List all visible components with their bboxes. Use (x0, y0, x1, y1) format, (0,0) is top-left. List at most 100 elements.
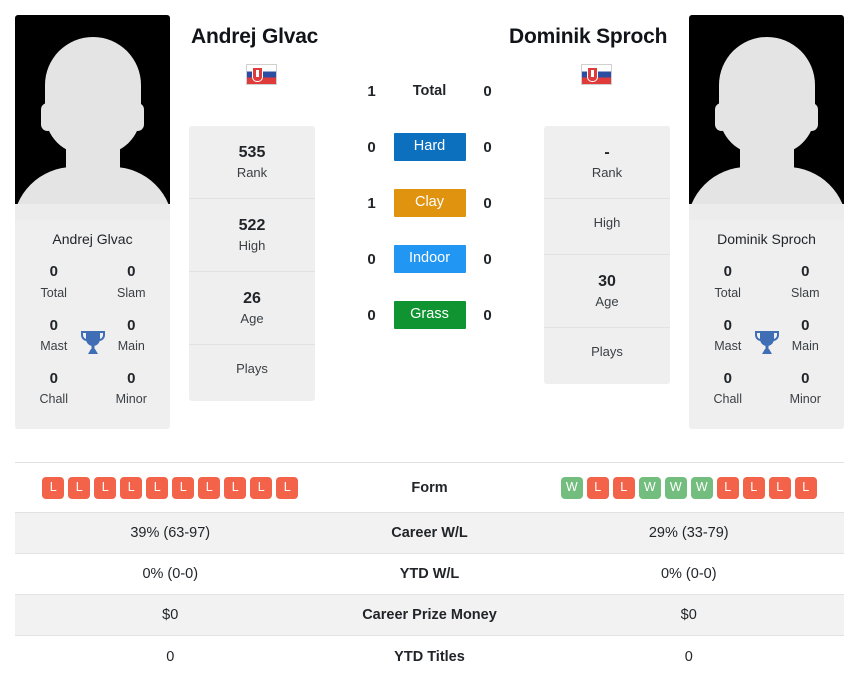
titles-chall-value-left: 0 (49, 369, 58, 387)
profile-age-value-right: 30 (598, 273, 616, 291)
avatar-ear-right-shape (131, 103, 144, 131)
titles-minor-label-right: Minor (789, 392, 821, 407)
coat-of-arms-shape (587, 67, 598, 82)
form-badge-loss[interactable]: L (68, 476, 91, 499)
profile-high-left: 522 High (189, 199, 315, 273)
form-badge-list-left: LLLLLLLLLL (42, 476, 299, 499)
form-badge-loss[interactable]: L (250, 476, 273, 499)
titles-chall-label-right: Chall (713, 392, 743, 407)
form-badge-loss[interactable]: L (120, 476, 143, 499)
form-badge-loss[interactable]: L (146, 476, 169, 499)
profile-plays-right: Plays (544, 328, 670, 384)
profile-plays-label-left: Plays (236, 361, 268, 377)
form-badge-loss[interactable]: L (586, 476, 609, 499)
titles-slam-right: 0 Slam (767, 257, 845, 310)
profile-age-label-right: Age (595, 294, 619, 310)
ytd-titles-left: 0 (166, 648, 175, 665)
form-badge-loss[interactable]: L (172, 476, 195, 499)
h2h-total-right: 0 (483, 82, 492, 100)
titles-grid-right: 0 Total 0 Slam 0 Mast 0 Main 0 Chall 0 M… (689, 257, 844, 429)
table-row-ytd-wl: 0% (0-0) YTD W/L 0% (0-0) (15, 554, 844, 595)
titles-slam-label-right: Slam (791, 285, 820, 300)
titles-slam-value-left: 0 (127, 263, 136, 281)
coat-of-arms-shape (252, 67, 263, 82)
trophy-icon (80, 331, 105, 355)
profile-high-right: High (544, 199, 670, 256)
titles-slam-label-left: Slam (117, 285, 146, 300)
profile-rank-right: - Rank (544, 126, 670, 200)
form-badge-loss[interactable]: L (42, 476, 65, 499)
form-badges-left: LLLLLLLLLL (15, 476, 326, 499)
profile-rank-value-left: 535 (238, 144, 266, 161)
form-badge-loss[interactable]: L (198, 476, 221, 499)
form-badge-loss[interactable]: L (94, 476, 117, 499)
row-label-ytd-wl: YTD W/L (399, 566, 460, 582)
form-badge-win[interactable]: W (638, 476, 661, 499)
h2h-indoor-right: 0 (483, 250, 492, 268)
form-badge-loss[interactable]: L (224, 476, 247, 499)
form-badge-loss[interactable]: L (612, 476, 635, 499)
titles-minor-value-right: 0 (801, 369, 810, 387)
h2h-row-total: 1 Total 0 (315, 63, 544, 119)
head-to-head-column: 1 Total 0 0 Hard 0 1 Clay 0 0 Indoor 0 0 (315, 15, 544, 343)
h2h-indoor-left: 0 (367, 250, 376, 268)
player-card-name-left: Andrej Glvac (52, 231, 133, 247)
profile-high-value-left: 522 (238, 217, 266, 235)
form-badge-win[interactable]: W (664, 476, 687, 499)
titles-minor-label-left: Minor (115, 392, 147, 407)
h2h-total-left: 1 (367, 82, 376, 100)
surface-badge-clay[interactable]: Clay (393, 189, 466, 217)
h2h-grass-right: 0 (483, 306, 492, 324)
table-row-ytd-titles: 0 YTD Titles 0 (15, 636, 844, 677)
table-row-career-prize-money: $0 Career Prize Money $0 (15, 595, 844, 636)
profile-column-left: 535 Rank 522 High 26 Age Plays (189, 126, 315, 402)
ytd-wl-left: 0% (0-0) (142, 566, 199, 582)
form-badge-win[interactable]: W (560, 476, 583, 499)
profile-plays-left: Plays (189, 345, 315, 401)
career-wl-right: 29% (33-79) (648, 525, 729, 541)
avatar-ear-left-shape (715, 103, 728, 131)
form-badge-loss[interactable]: L (742, 476, 765, 499)
titles-minor-left: 0 Minor (93, 364, 171, 417)
top-section: Andrej Glvac 0 Total 0 Slam 0 Mast 0 Mai… (0, 0, 859, 462)
titles-chall-left: 0 Chall (15, 364, 93, 417)
player-name-heading-left: Andrej Glvac (191, 25, 319, 48)
form-badge-list-right: WLLWWWLLLL (560, 476, 817, 499)
h2h-row-grass: 0 Grass 0 (315, 287, 544, 343)
row-label-career-prize-money: Career Prize Money (362, 607, 497, 623)
row-label-form: Form (411, 479, 448, 496)
profile-column-right: - Rank High 30 Age Plays (544, 126, 670, 385)
form-badge-loss[interactable]: L (716, 476, 739, 499)
titles-slam-value-right: 0 (801, 263, 810, 281)
titles-total-label-left: Total (40, 285, 67, 300)
table-row-form: LLLLLLLLLL Form WLLWWWLLLL (15, 463, 844, 513)
form-badge-win[interactable]: W (690, 476, 713, 499)
photo-bottom-fade (15, 204, 170, 220)
form-badge-loss[interactable]: L (768, 476, 791, 499)
surface-badge-grass[interactable]: Grass (393, 301, 466, 329)
avatar-ear-right-shape (805, 103, 818, 131)
player-card-right[interactable]: Dominik Sproch 0 Total 0 Slam 0 Mast 0 M… (689, 15, 844, 430)
titles-minor-right: 0 Minor (767, 364, 845, 417)
profile-rank-label-right: Rank (591, 165, 623, 181)
h2h-grass-left: 0 (367, 306, 376, 324)
trophy-icon (754, 331, 779, 355)
profile-rank-left: 535 Rank (189, 126, 315, 200)
profile-age-label-left: Age (240, 311, 264, 327)
form-badge-loss[interactable]: L (794, 476, 817, 499)
ytd-titles-right: 0 (684, 648, 693, 665)
player-card-left[interactable]: Andrej Glvac 0 Total 0 Slam 0 Mast 0 Mai… (15, 15, 171, 430)
titles-total-value-right: 0 (723, 263, 732, 281)
photo-bottom-fade (689, 204, 844, 220)
titles-chall-value-right: 0 (723, 369, 732, 387)
surface-badge-indoor[interactable]: Indoor (393, 245, 466, 273)
form-badge-loss[interactable]: L (276, 476, 299, 499)
profile-high-label-right: High (593, 215, 621, 231)
titles-total-left: 0 Total (15, 257, 93, 310)
profile-age-right: 30 Age (544, 255, 670, 329)
avatar-ear-left-shape (41, 103, 54, 131)
player-card-name-right: Dominik Sproch (717, 231, 816, 247)
surface-badge-hard[interactable]: Hard (393, 133, 466, 161)
h2h-row-clay: 1 Clay 0 (315, 175, 544, 231)
profile-age-left: 26 Age (189, 272, 315, 346)
